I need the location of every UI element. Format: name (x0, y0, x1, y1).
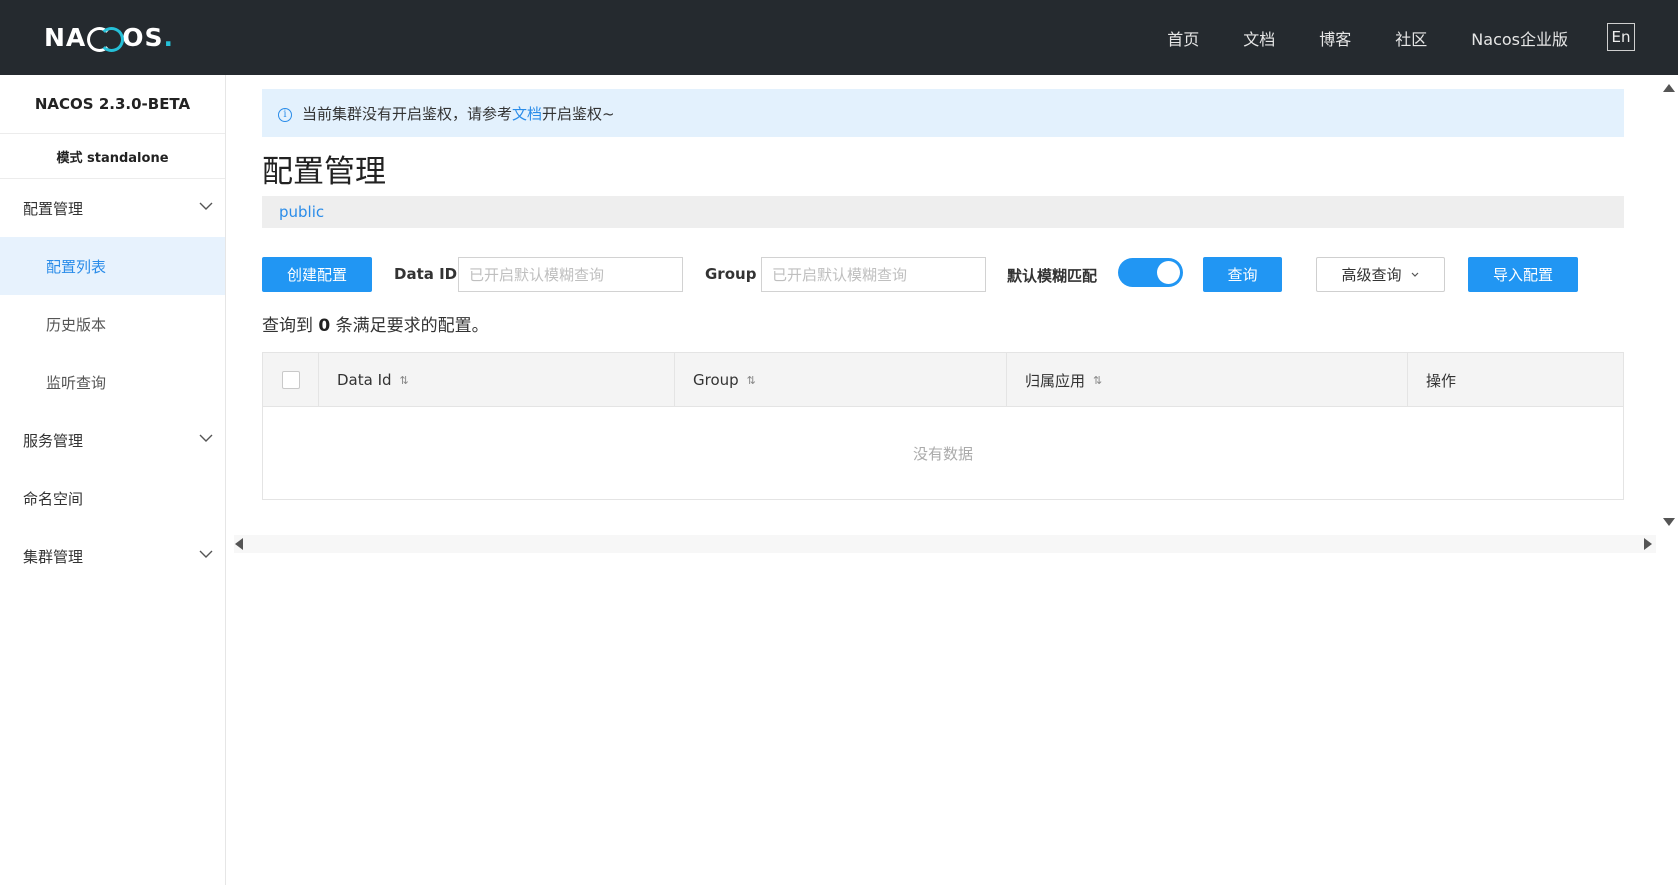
column-label: Data Id (337, 371, 392, 389)
version-title: NACOS 2.3.0-BETA (0, 75, 225, 134)
sidebar-group-config[interactable]: 配置管理 (0, 179, 225, 237)
chevron-down-icon (199, 434, 213, 442)
sidebar-group-label: 集群管理 (23, 547, 84, 566)
page-title: 配置管理 (262, 154, 386, 190)
column-header-data-id[interactable]: Data Id ⇅ (319, 353, 675, 407)
advanced-query-label: 高级查询 (1341, 266, 1402, 284)
data-id-label: Data ID (394, 265, 458, 283)
column-header-actions: 操作 (1408, 353, 1623, 407)
scroll-up-arrow-icon[interactable] (1663, 84, 1675, 92)
select-all-cell (263, 353, 319, 407)
config-table: Data Id ⇅ Group ⇅ 归属应用 ⇅ 操作 没有数据 (262, 352, 1624, 500)
scroll-left-arrow-icon[interactable] (235, 538, 243, 550)
logo-text-end: OS (122, 22, 164, 52)
language-toggle-button[interactable]: En (1607, 23, 1635, 51)
sidebar-item-history[interactable]: 历史版本 (0, 295, 225, 353)
nav-docs[interactable]: 文档 (1243, 26, 1275, 50)
auth-alert: i 当前集群没有开启鉴权，请参考 文档 开启鉴权~ (262, 89, 1624, 137)
alert-text-before: 当前集群没有开启鉴权，请参考 (302, 104, 513, 123)
nav-community[interactable]: 社区 (1395, 26, 1427, 50)
info-icon: i (278, 107, 292, 122)
namespace-bar: public (262, 196, 1624, 228)
top-nav: 首页 文档 博客 社区 Nacos企业版 (1123, 0, 1568, 75)
table-header: Data Id ⇅ Group ⇅ 归属应用 ⇅ 操作 (263, 353, 1623, 407)
column-label: 归属应用 (1025, 371, 1086, 390)
logo-text-start: NA (44, 22, 87, 52)
sidebar-group-label: 配置管理 (23, 199, 84, 218)
sidebar-group-service[interactable]: 服务管理 (0, 411, 225, 469)
select-all-checkbox[interactable] (281, 371, 300, 389)
sidebar-group-namespace[interactable]: 命名空间 (0, 469, 225, 527)
fuzzy-match-toggle[interactable] (1118, 258, 1183, 287)
column-header-app[interactable]: 归属应用 ⇅ (1007, 353, 1408, 407)
advanced-query-button[interactable]: 高级查询 (1316, 257, 1445, 292)
query-button[interactable]: 查询 (1203, 257, 1282, 292)
horizontal-scrollbar[interactable] (234, 535, 1656, 553)
chevron-down-icon (1411, 272, 1418, 277)
column-header-group[interactable]: Group ⇅ (675, 353, 1007, 407)
alert-text-after: 开启鉴权~ (542, 104, 615, 123)
data-id-input[interactable] (458, 257, 683, 292)
nav-home[interactable]: 首页 (1167, 26, 1199, 50)
result-suffix: 条满足要求的配置。 (335, 316, 489, 336)
result-summary: 查询到 0 条满足要求的配置。 (262, 311, 489, 336)
top-navbar: NA OS. 首页 文档 博客 社区 Nacos企业版 En (0, 0, 1678, 75)
namespace-public[interactable]: public (279, 203, 324, 221)
sidebar: NACOS 2.3.0-BETA 模式 standalone 配置管理 配置列表… (0, 75, 226, 885)
alert-docs-link[interactable]: 文档 (512, 103, 542, 124)
result-count: 0 (318, 316, 331, 336)
sort-icon[interactable]: ⇅ (747, 374, 756, 387)
sidebar-item-config-list[interactable]: 配置列表 (0, 237, 225, 295)
scroll-right-arrow-icon[interactable] (1644, 538, 1652, 550)
import-config-button[interactable]: 导入配置 (1468, 257, 1578, 292)
chevron-down-icon (199, 550, 213, 558)
sidebar-group-label: 命名空间 (23, 489, 84, 508)
logo-dot: . (163, 22, 175, 52)
group-label: Group (705, 265, 757, 283)
scroll-down-arrow-icon[interactable] (1663, 518, 1675, 526)
sort-icon[interactable]: ⇅ (1093, 374, 1102, 387)
create-config-button[interactable]: 创建配置 (262, 257, 372, 292)
sidebar-group-label: 服务管理 (23, 431, 84, 450)
chevron-up-icon (199, 202, 213, 210)
nav-blog[interactable]: 博客 (1319, 26, 1351, 50)
result-prefix: 查询到 (262, 316, 313, 336)
column-label: 操作 (1426, 371, 1457, 390)
column-label: Group (693, 371, 739, 389)
fuzzy-match-label: 默认模糊匹配 (1007, 267, 1098, 285)
toggle-knob (1157, 261, 1180, 284)
logo-ring-icon (87, 26, 125, 52)
sidebar-group-cluster[interactable]: 集群管理 (0, 527, 225, 585)
nav-enterprise[interactable]: Nacos企业版 (1471, 26, 1568, 50)
sidebar-item-listener-query[interactable]: 监听查询 (0, 353, 225, 411)
group-input[interactable] (761, 257, 986, 292)
sort-icon[interactable]: ⇅ (400, 374, 409, 387)
nacos-logo[interactable]: NA OS. (44, 20, 174, 54)
mode-label: 模式 standalone (0, 134, 225, 179)
empty-state-text: 没有数据 (912, 444, 973, 463)
